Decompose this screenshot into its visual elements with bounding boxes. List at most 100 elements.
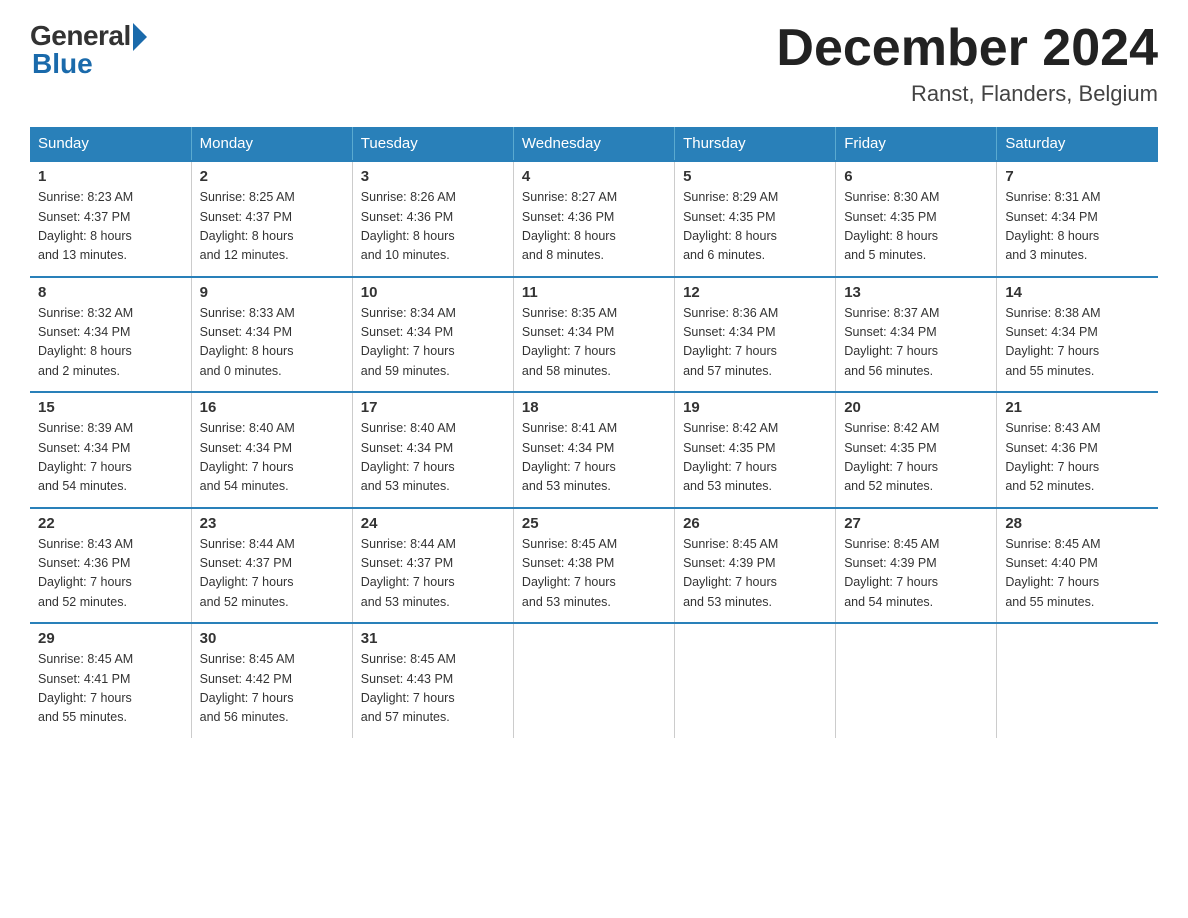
day-number: 26 xyxy=(683,515,827,532)
calendar-day-cell xyxy=(997,623,1158,738)
day-of-week-header: Tuesday xyxy=(352,127,513,161)
month-title: December 2024 xyxy=(776,20,1158,77)
day-number: 22 xyxy=(38,515,183,532)
calendar-day-cell: 22 Sunrise: 8:43 AM Sunset: 4:36 PM Dayli… xyxy=(30,508,191,624)
day-info: Sunrise: 8:36 AM Sunset: 4:34 PM Dayligh… xyxy=(683,304,827,382)
calendar-day-cell: 28 Sunrise: 8:45 AM Sunset: 4:40 PM Dayli… xyxy=(997,508,1158,624)
day-number: 31 xyxy=(361,630,505,647)
day-info: Sunrise: 8:32 AM Sunset: 4:34 PM Dayligh… xyxy=(38,304,183,382)
day-number: 5 xyxy=(683,168,827,185)
day-number: 15 xyxy=(38,399,183,416)
calendar-day-cell: 30 Sunrise: 8:45 AM Sunset: 4:42 PM Dayli… xyxy=(191,623,352,738)
day-info: Sunrise: 8:45 AM Sunset: 4:38 PM Dayligh… xyxy=(522,535,666,613)
day-of-week-header: Sunday xyxy=(30,127,191,161)
calendar-day-cell: 21 Sunrise: 8:43 AM Sunset: 4:36 PM Dayli… xyxy=(997,392,1158,508)
calendar-day-cell: 11 Sunrise: 8:35 AM Sunset: 4:34 PM Dayli… xyxy=(513,277,674,393)
day-of-week-header: Saturday xyxy=(997,127,1158,161)
day-info: Sunrise: 8:33 AM Sunset: 4:34 PM Dayligh… xyxy=(200,304,344,382)
location-text: Ranst, Flanders, Belgium xyxy=(776,81,1158,107)
calendar-day-cell: 9 Sunrise: 8:33 AM Sunset: 4:34 PM Daylig… xyxy=(191,277,352,393)
day-number: 25 xyxy=(522,515,666,532)
day-info: Sunrise: 8:42 AM Sunset: 4:35 PM Dayligh… xyxy=(683,419,827,497)
day-info: Sunrise: 8:27 AM Sunset: 4:36 PM Dayligh… xyxy=(522,188,666,266)
day-info: Sunrise: 8:31 AM Sunset: 4:34 PM Dayligh… xyxy=(1005,188,1150,266)
calendar-day-cell: 15 Sunrise: 8:39 AM Sunset: 4:34 PM Dayli… xyxy=(30,392,191,508)
day-number: 28 xyxy=(1005,515,1150,532)
day-info: Sunrise: 8:42 AM Sunset: 4:35 PM Dayligh… xyxy=(844,419,988,497)
day-info: Sunrise: 8:37 AM Sunset: 4:34 PM Dayligh… xyxy=(844,304,988,382)
day-number: 19 xyxy=(683,399,827,416)
day-info: Sunrise: 8:45 AM Sunset: 4:40 PM Dayligh… xyxy=(1005,535,1150,613)
logo-blue-text: Blue xyxy=(32,48,93,80)
day-info: Sunrise: 8:44 AM Sunset: 4:37 PM Dayligh… xyxy=(361,535,505,613)
calendar-week-row: 22 Sunrise: 8:43 AM Sunset: 4:36 PM Dayli… xyxy=(30,508,1158,624)
day-number: 7 xyxy=(1005,168,1150,185)
day-info: Sunrise: 8:25 AM Sunset: 4:37 PM Dayligh… xyxy=(200,188,344,266)
day-number: 6 xyxy=(844,168,988,185)
calendar-day-cell: 19 Sunrise: 8:42 AM Sunset: 4:35 PM Dayli… xyxy=(675,392,836,508)
day-number: 16 xyxy=(200,399,344,416)
calendar-day-cell: 25 Sunrise: 8:45 AM Sunset: 4:38 PM Dayli… xyxy=(513,508,674,624)
day-number: 1 xyxy=(38,168,183,185)
day-info: Sunrise: 8:30 AM Sunset: 4:35 PM Dayligh… xyxy=(844,188,988,266)
day-of-week-header: Friday xyxy=(836,127,997,161)
day-info: Sunrise: 8:41 AM Sunset: 4:34 PM Dayligh… xyxy=(522,419,666,497)
day-number: 3 xyxy=(361,168,505,185)
calendar-day-cell: 18 Sunrise: 8:41 AM Sunset: 4:34 PM Dayli… xyxy=(513,392,674,508)
day-number: 12 xyxy=(683,284,827,301)
calendar-day-cell xyxy=(675,623,836,738)
calendar-table: SundayMondayTuesdayWednesdayThursdayFrid… xyxy=(30,127,1158,738)
day-info: Sunrise: 8:43 AM Sunset: 4:36 PM Dayligh… xyxy=(1005,419,1150,497)
day-number: 8 xyxy=(38,284,183,301)
calendar-day-cell: 14Sunrise: 8:38 AM Sunset: 4:34 PM Dayli… xyxy=(997,277,1158,393)
day-info: Sunrise: 8:44 AM Sunset: 4:37 PM Dayligh… xyxy=(200,535,344,613)
day-info: Sunrise: 8:39 AM Sunset: 4:34 PM Dayligh… xyxy=(38,419,183,497)
calendar-day-cell: 10 Sunrise: 8:34 AM Sunset: 4:34 PM Dayli… xyxy=(352,277,513,393)
calendar-week-row: 1Sunrise: 8:23 AM Sunset: 4:37 PM Daylig… xyxy=(30,161,1158,277)
day-number: 10 xyxy=(361,284,505,301)
day-of-week-header: Monday xyxy=(191,127,352,161)
calendar-day-cell: 12 Sunrise: 8:36 AM Sunset: 4:34 PM Dayli… xyxy=(675,277,836,393)
day-number: 20 xyxy=(844,399,988,416)
day-number: 23 xyxy=(200,515,344,532)
title-section: December 2024 Ranst, Flanders, Belgium xyxy=(776,20,1158,107)
calendar-day-cell: 7 Sunrise: 8:31 AM Sunset: 4:34 PM Daylig… xyxy=(997,161,1158,277)
day-number: 11 xyxy=(522,284,666,301)
calendar-day-cell: 8 Sunrise: 8:32 AM Sunset: 4:34 PM Daylig… xyxy=(30,277,191,393)
calendar-day-cell: 2 Sunrise: 8:25 AM Sunset: 4:37 PM Daylig… xyxy=(191,161,352,277)
day-number: 14 xyxy=(1005,284,1150,301)
day-info: Sunrise: 8:45 AM Sunset: 4:39 PM Dayligh… xyxy=(683,535,827,613)
day-info: Sunrise: 8:40 AM Sunset: 4:34 PM Dayligh… xyxy=(200,419,344,497)
day-number: 21 xyxy=(1005,399,1150,416)
day-info: Sunrise: 8:34 AM Sunset: 4:34 PM Dayligh… xyxy=(361,304,505,382)
calendar-day-cell: 3Sunrise: 8:26 AM Sunset: 4:36 PM Daylig… xyxy=(352,161,513,277)
day-of-week-header: Wednesday xyxy=(513,127,674,161)
calendar-day-cell: 17 Sunrise: 8:40 AM Sunset: 4:34 PM Dayli… xyxy=(352,392,513,508)
calendar-day-cell: 24 Sunrise: 8:44 AM Sunset: 4:37 PM Dayli… xyxy=(352,508,513,624)
calendar-day-cell: 29 Sunrise: 8:45 AM Sunset: 4:41 PM Dayli… xyxy=(30,623,191,738)
day-number: 18 xyxy=(522,399,666,416)
calendar-day-cell: 6 Sunrise: 8:30 AM Sunset: 4:35 PM Daylig… xyxy=(836,161,997,277)
day-number: 24 xyxy=(361,515,505,532)
calendar-day-cell: 20 Sunrise: 8:42 AM Sunset: 4:35 PM Dayli… xyxy=(836,392,997,508)
calendar-day-cell: 5Sunrise: 8:29 AM Sunset: 4:35 PM Daylig… xyxy=(675,161,836,277)
day-info: Sunrise: 8:40 AM Sunset: 4:34 PM Dayligh… xyxy=(361,419,505,497)
calendar-header-row: SundayMondayTuesdayWednesdayThursdayFrid… xyxy=(30,127,1158,161)
calendar-day-cell xyxy=(836,623,997,738)
day-info: Sunrise: 8:45 AM Sunset: 4:39 PM Dayligh… xyxy=(844,535,988,613)
day-number: 2 xyxy=(200,168,344,185)
day-number: 29 xyxy=(38,630,183,647)
day-number: 13 xyxy=(844,284,988,301)
calendar-week-row: 8 Sunrise: 8:32 AM Sunset: 4:34 PM Daylig… xyxy=(30,277,1158,393)
day-number: 9 xyxy=(200,284,344,301)
day-info: Sunrise: 8:35 AM Sunset: 4:34 PM Dayligh… xyxy=(522,304,666,382)
page-header: General Blue December 2024 Ranst, Flande… xyxy=(30,20,1158,107)
day-info: Sunrise: 8:43 AM Sunset: 4:36 PM Dayligh… xyxy=(38,535,183,613)
day-number: 30 xyxy=(200,630,344,647)
day-number: 17 xyxy=(361,399,505,416)
calendar-day-cell: 31Sunrise: 8:45 AM Sunset: 4:43 PM Dayli… xyxy=(352,623,513,738)
day-info: Sunrise: 8:45 AM Sunset: 4:41 PM Dayligh… xyxy=(38,650,183,728)
calendar-day-cell: 27 Sunrise: 8:45 AM Sunset: 4:39 PM Dayli… xyxy=(836,508,997,624)
day-number: 27 xyxy=(844,515,988,532)
day-info: Sunrise: 8:45 AM Sunset: 4:42 PM Dayligh… xyxy=(200,650,344,728)
